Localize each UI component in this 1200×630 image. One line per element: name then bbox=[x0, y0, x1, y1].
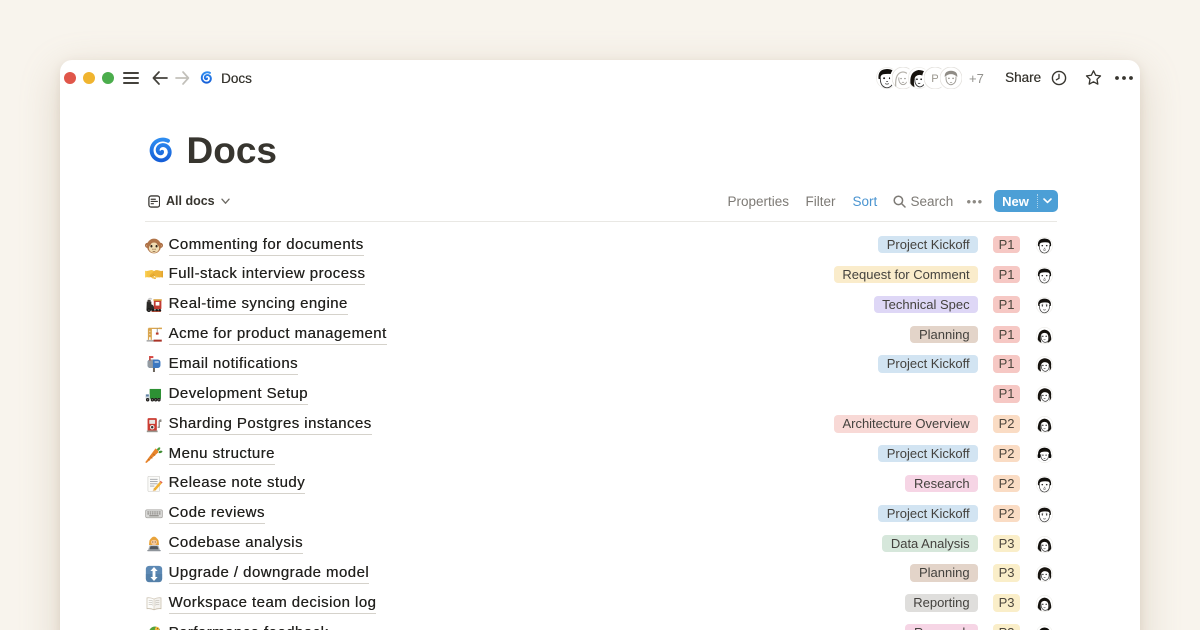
svg-text:P: P bbox=[931, 73, 939, 85]
